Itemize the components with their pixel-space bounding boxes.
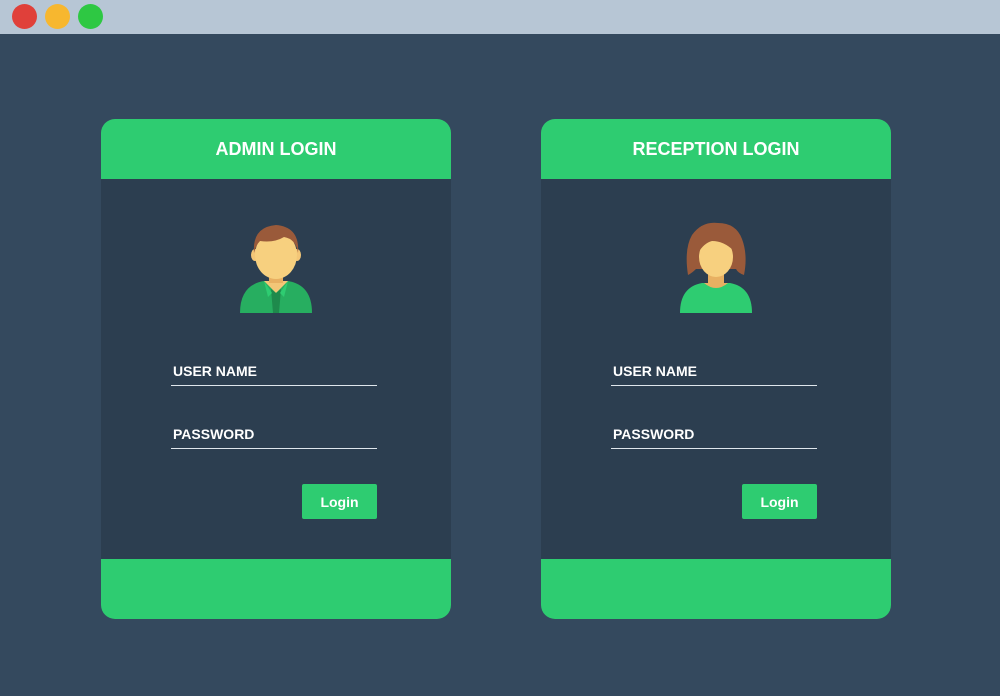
close-button[interactable] — [12, 4, 37, 29]
reception-username-underline — [611, 385, 817, 386]
admin-password-field[interactable]: PASSWORD — [171, 426, 377, 449]
reception-login-card: RECEPTION LOGIN USER NAME PASSWORD Login — [541, 119, 891, 619]
admin-login-card: ADMIN LOGIN USER NAME PASSWORD Login — [101, 119, 451, 619]
reception-username-field[interactable]: USER NAME — [611, 363, 817, 386]
reception-username-label: USER NAME — [613, 363, 698, 379]
reception-password-label: PASSWORD — [613, 426, 695, 442]
admin-login-title: ADMIN LOGIN — [101, 119, 451, 179]
minimize-button[interactable] — [45, 4, 70, 29]
admin-username-label: USER NAME — [173, 363, 258, 379]
female-user-icon — [678, 219, 754, 313]
male-user-icon — [238, 219, 314, 313]
window-titlebar — [0, 0, 1000, 34]
reception-password-field[interactable]: PASSWORD — [611, 426, 817, 449]
admin-password-label: PASSWORD — [173, 426, 255, 442]
admin-card-footer — [101, 559, 451, 619]
reception-login-button[interactable]: Login — [742, 484, 817, 519]
admin-username-underline — [171, 385, 377, 386]
maximize-button[interactable] — [78, 4, 103, 29]
reception-card-footer — [541, 559, 891, 619]
admin-login-button[interactable]: Login — [302, 484, 377, 519]
admin-password-underline — [171, 448, 377, 449]
reception-login-title: RECEPTION LOGIN — [541, 119, 891, 179]
admin-username-field[interactable]: USER NAME — [171, 363, 377, 386]
reception-password-underline — [611, 448, 817, 449]
